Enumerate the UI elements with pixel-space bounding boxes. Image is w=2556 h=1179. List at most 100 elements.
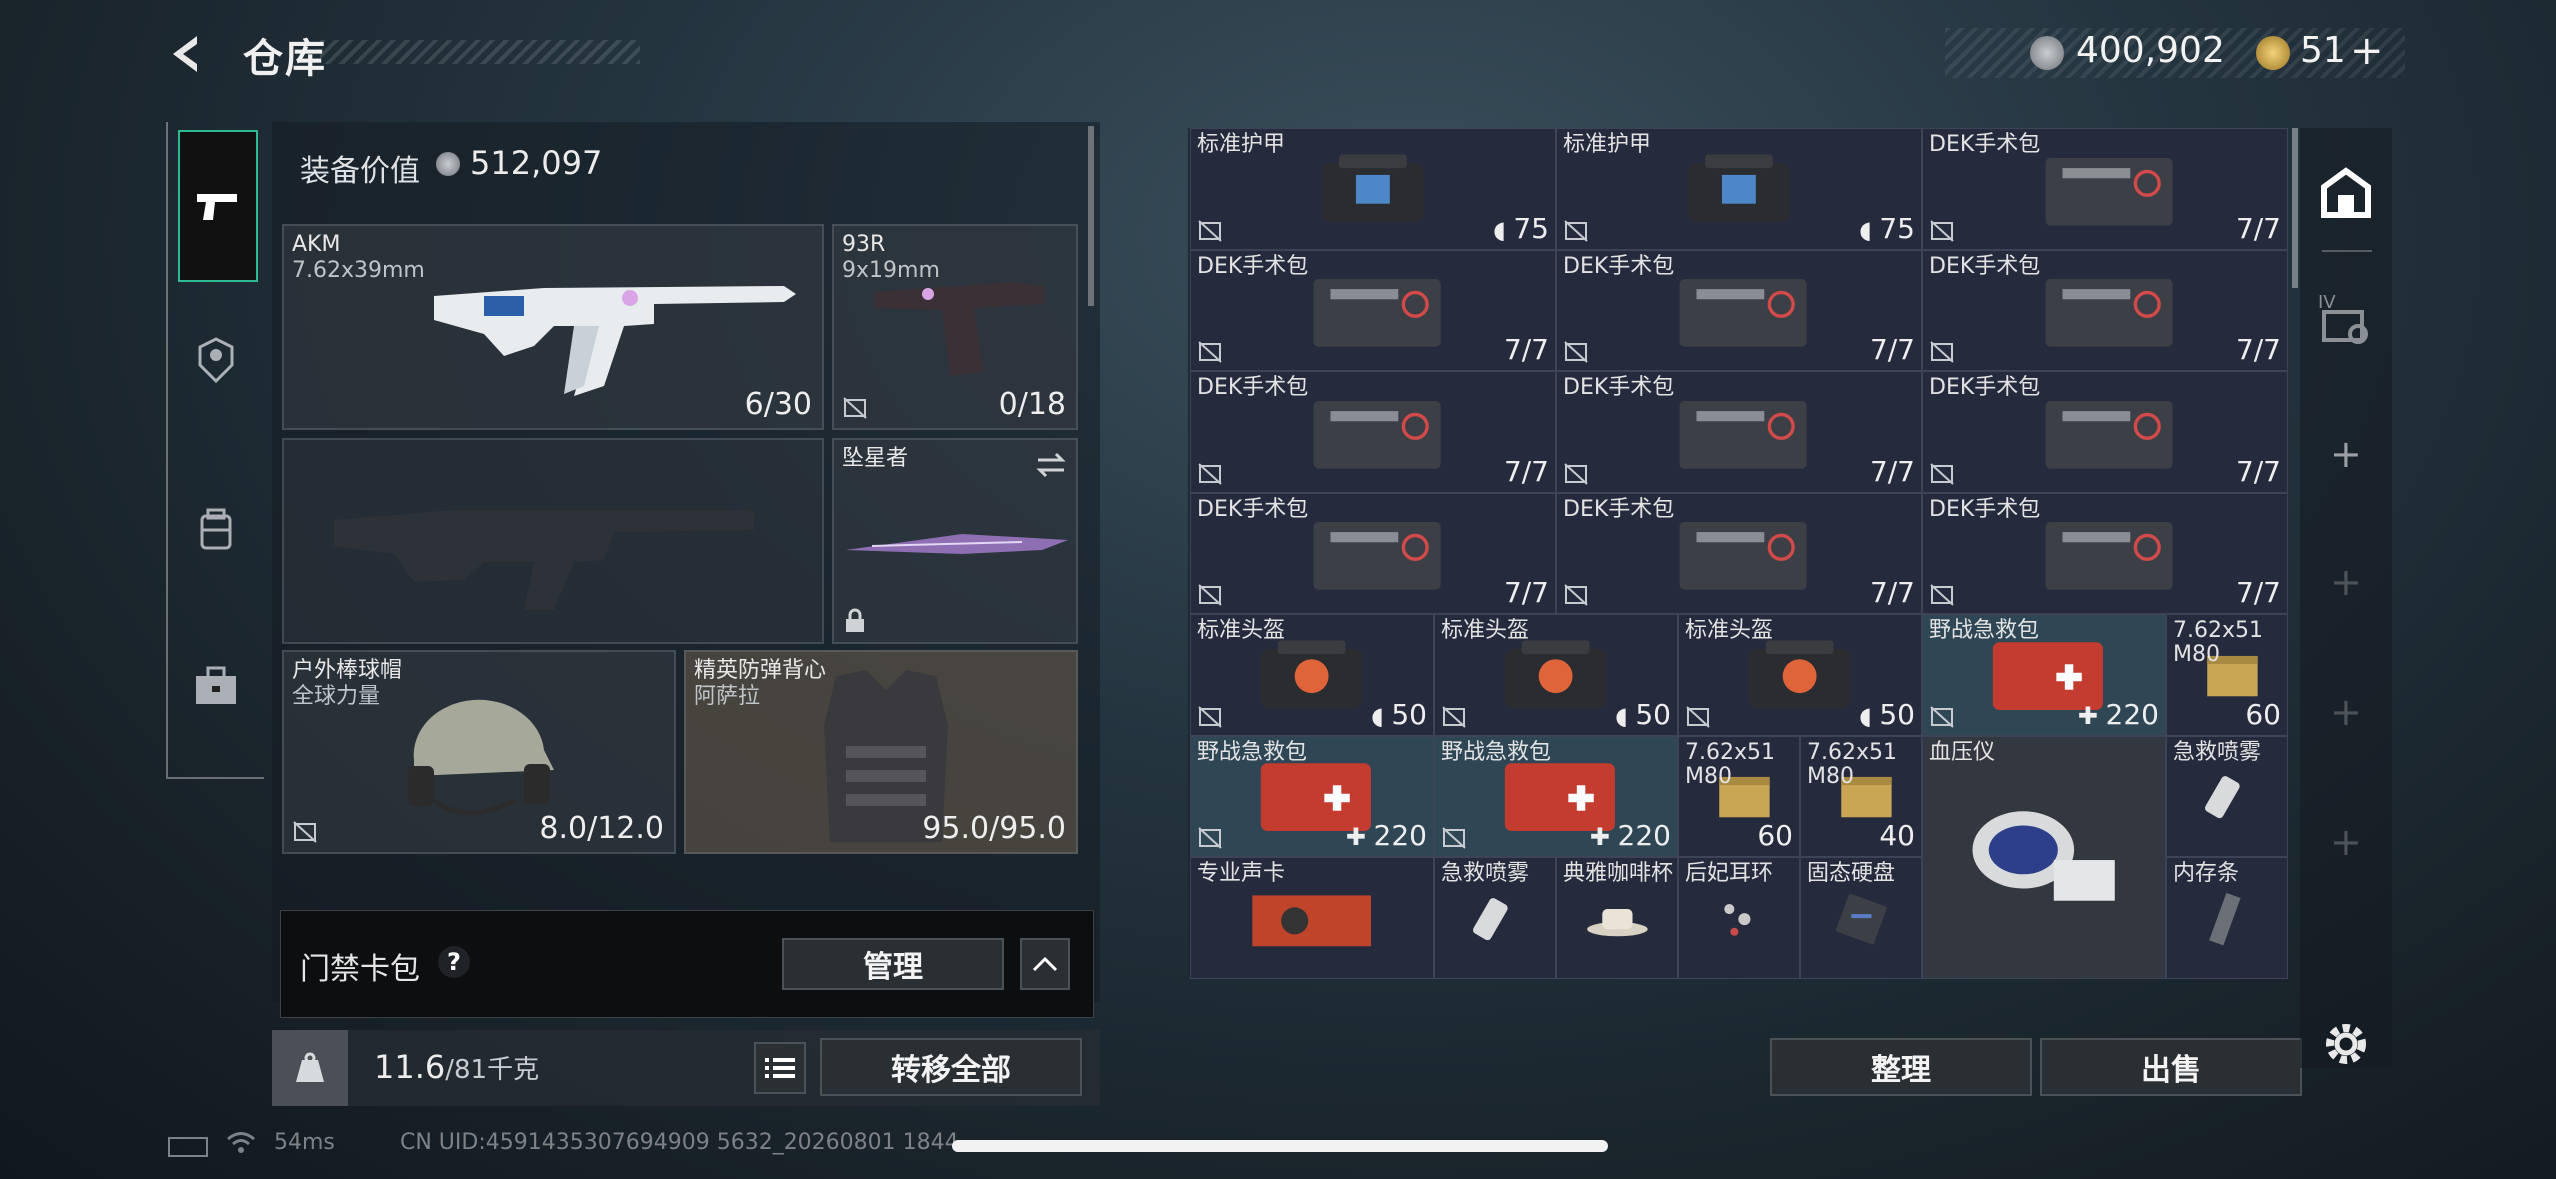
value-coin-icon [436, 152, 460, 176]
storage-item[interactable]: DEK手术包 7/7 [1922, 492, 2288, 614]
no-durability-icon [1198, 705, 1222, 728]
panel-scrollbar[interactable] [1088, 126, 1094, 306]
manage-button[interactable]: 管理 [782, 938, 1004, 990]
item-quantity-value: 7/7 [2235, 211, 2281, 245]
storage-item[interactable]: 标准头盔 ◖ 50 [1678, 614, 1922, 736]
storage-item[interactable]: 标准护甲 ◖ 75 [1556, 128, 1922, 250]
wifi-icon [227, 1132, 255, 1153]
item-sub: M80 [2173, 642, 2220, 667]
no-durability-icon [293, 821, 317, 843]
back-chevron-icon[interactable] [165, 30, 213, 78]
storage-item[interactable]: 野战急救包 ✚ 220 [1922, 614, 2166, 736]
storage-item[interactable]: 标准护甲 ◖ 75 [1190, 128, 1556, 250]
empty-weapon-slot[interactable] [282, 438, 824, 644]
no-durability-icon [1198, 827, 1222, 849]
list-icon [765, 1058, 795, 1078]
storage-item[interactable]: 血压仪 [1922, 735, 2166, 979]
swap-arrows-icon[interactable] [1034, 450, 1068, 480]
chevron-up-icon [1032, 956, 1058, 972]
item-name: 野战急救包 [1441, 739, 1552, 765]
storage-item[interactable]: DEK手术包 7/7 [1556, 249, 1922, 371]
lock-icon [846, 608, 864, 632]
storage-item[interactable]: DEK手术包 7/7 [1190, 492, 1556, 614]
melee-slot[interactable]: 坠星者 [832, 438, 1078, 644]
silver-coin-icon [2030, 36, 2064, 70]
storage-item[interactable]: DEK手术包 7/7 [1922, 128, 2288, 250]
storage-item[interactable]: 7.62x51 M80 60 [1678, 735, 1800, 857]
storage-item[interactable]: DEK手术包 7/7 [1190, 249, 1556, 371]
item-name: DEK手术包 [1929, 132, 2041, 157]
akm-rifle-icon [434, 286, 796, 396]
sell-button[interactable]: 出售 [2040, 1038, 2302, 1096]
item-name: 急救喷雾 [1441, 861, 1530, 886]
add-tab-button-4[interactable]: + [2330, 820, 2362, 864]
collapse-button[interactable] [1020, 938, 1070, 990]
list-view-button[interactable] [754, 1042, 806, 1094]
item-name: 野战急救包 [1197, 739, 1308, 765]
nav-operator-tab[interactable] [178, 322, 254, 398]
nav-case-tab[interactable] [178, 648, 254, 724]
item-quantity-value: 50 [1879, 697, 1915, 731]
storage-scrollbar[interactable] [2292, 128, 2298, 288]
storage-item[interactable]: DEK手术包 7/7 [1556, 492, 1922, 614]
add-gold-button[interactable]: + [2350, 28, 2384, 74]
storage-item[interactable]: 7.62x51 M80 40 [1800, 735, 1922, 857]
item-quantity-value: 220 [1617, 819, 1671, 852]
item-quantity: ◖ 50 [1371, 698, 1427, 731]
no-durability-icon [843, 397, 867, 419]
item-quantity: ✚ 220 [2078, 698, 2159, 731]
item-quantity-value: 40 [1879, 819, 1915, 852]
item-quantity: ◖ 75 [1859, 212, 1915, 245]
item-name: DEK手术包 [1197, 253, 1309, 279]
weapon-caliber: 7.62x39mm [292, 258, 425, 283]
add-tab-button-3[interactable]: + [2330, 690, 2362, 734]
equipment-value: 512,097 [470, 144, 603, 182]
storage-item[interactable]: DEK手术包 7/7 [1922, 371, 2288, 493]
nav-weapon-tab[interactable] [178, 130, 258, 282]
expand-storage-icon[interactable] [2318, 298, 2374, 346]
secondary-weapon-slot[interactable]: 93R 9x19mm 0/18 [832, 224, 1078, 430]
pistol-icon [197, 194, 237, 220]
primary-weapon-slot[interactable]: AKM 7.62x39mm 6/30 [282, 224, 824, 430]
armor-slot[interactable]: 精英防弹背心 阿萨拉 95.0/95.0 [684, 650, 1078, 854]
storage-item[interactable]: 内存条 [2166, 857, 2288, 979]
sort-button[interactable]: 整理 [1770, 1038, 2032, 1096]
help-icon[interactable]: ? [438, 946, 470, 978]
shield-icon: ◖ [1859, 215, 1880, 244]
no-durability-icon [1198, 341, 1222, 363]
item-name: DEK手术包 [1197, 375, 1309, 400]
storage-item[interactable]: 后妃耳环 [1678, 857, 1800, 979]
no-durability-icon [1564, 219, 1588, 242]
storage-item[interactable]: 典雅咖啡杯 [1556, 857, 1678, 979]
transfer-all-button[interactable]: 转移全部 [820, 1038, 1082, 1096]
storage-item[interactable]: 标准头盔 ◖ 50 [1190, 614, 1434, 736]
no-durability-icon [1686, 705, 1710, 728]
armor-name: 精英防弹背心 [694, 658, 827, 683]
storage-item[interactable]: 7.62x51 M80 60 [2166, 614, 2288, 736]
storage-item[interactable]: 急救喷雾 [1434, 857, 1556, 979]
battery-icon [168, 1137, 208, 1157]
storage-item[interactable]: 标准头盔 ◖ 50 [1434, 614, 1678, 736]
heal-plus-icon: ✚ [2077, 701, 2106, 730]
storage-item[interactable]: 固态硬盘 [1800, 857, 1922, 979]
no-durability-icon [1930, 341, 1954, 363]
storage-item[interactable]: 专业声卡 [1190, 857, 1434, 979]
keycard-label: 门禁卡包 [300, 952, 420, 987]
melee-blade-icon [846, 534, 1068, 554]
storage-item[interactable]: 急救喷雾 [2166, 735, 2288, 857]
item-quantity: ◖ 50 [1615, 698, 1671, 731]
nav-backpack-tab[interactable] [178, 492, 254, 568]
storage-item[interactable]: DEK手术包 7/7 [1922, 249, 2288, 371]
no-durability-icon [1930, 219, 1954, 242]
item-name: DEK手术包 [1929, 375, 2041, 400]
item-quantity: 7/7 [2236, 576, 2281, 609]
storage-item[interactable]: 野战急救包 ✚ 220 [1434, 735, 1678, 857]
add-tab-button-2[interactable]: + [2330, 560, 2362, 604]
settings-gear-icon[interactable] [2322, 1020, 2370, 1068]
add-tab-button-1[interactable]: + [2330, 432, 2362, 476]
storage-item[interactable]: DEK手术包 7/7 [1556, 371, 1922, 493]
warehouse-icon[interactable] [2318, 165, 2374, 221]
storage-item[interactable]: DEK手术包 7/7 [1190, 371, 1556, 493]
helmet-slot[interactable]: 户外棒球帽 全球力量 8.0/12.0 [282, 650, 676, 854]
storage-item[interactable]: 野战急救包 ✚ 220 [1190, 735, 1434, 857]
